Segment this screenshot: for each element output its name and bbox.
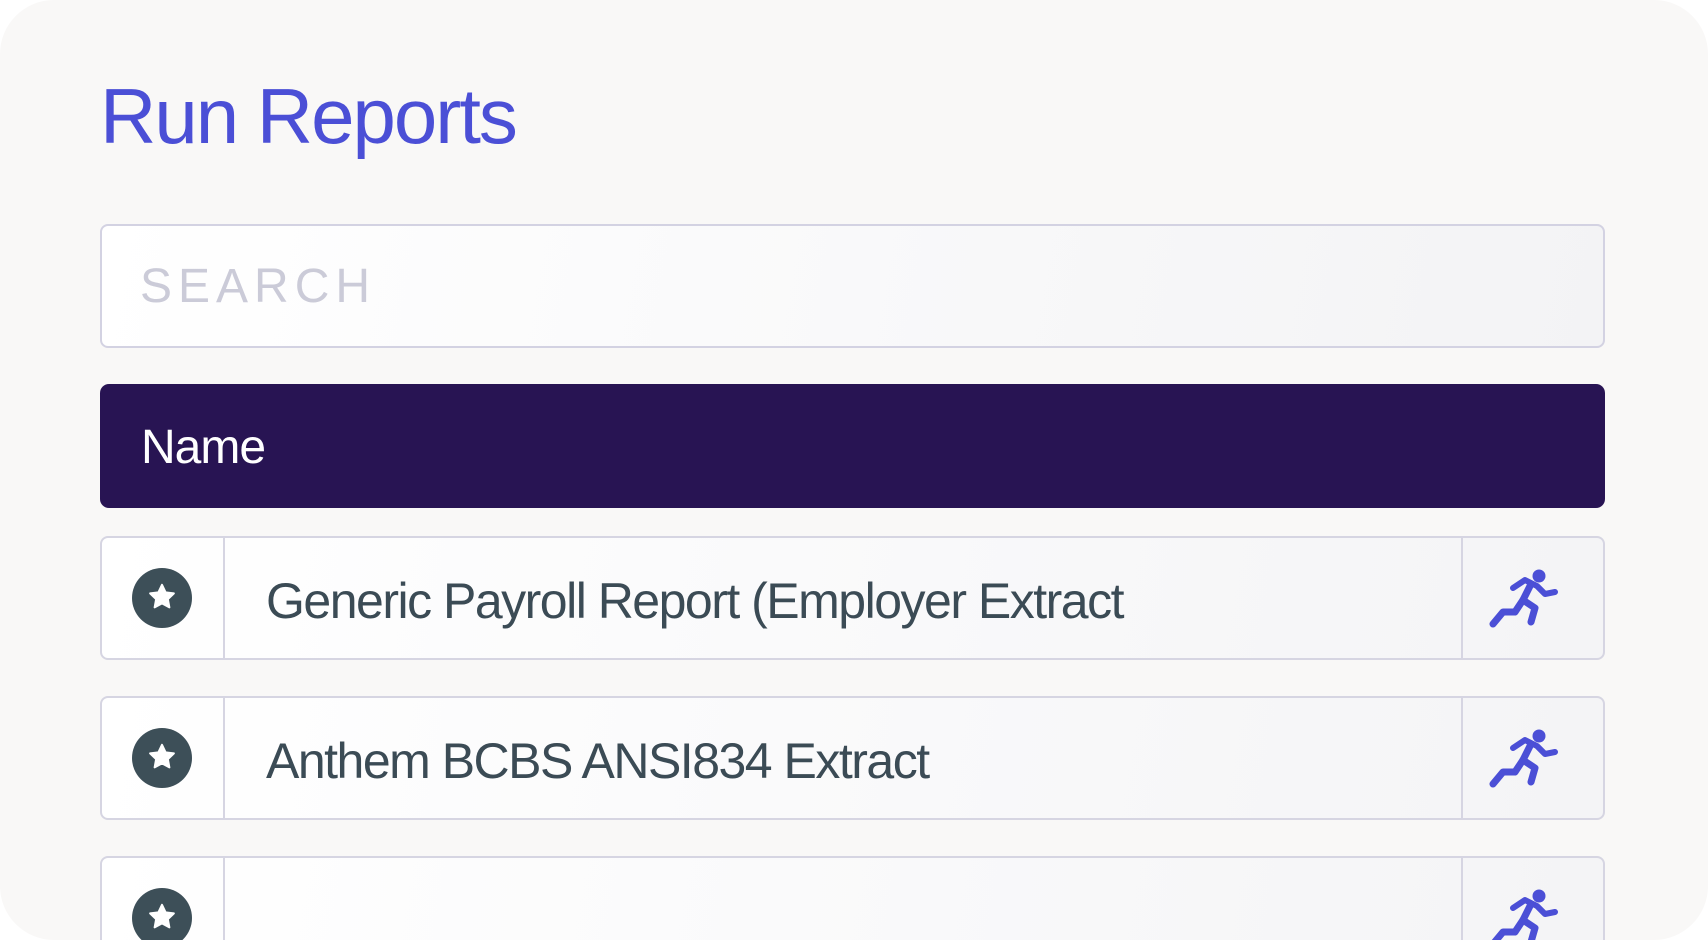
run-report-button[interactable]	[1461, 858, 1603, 940]
favorite-button[interactable]	[132, 568, 192, 628]
search-input[interactable]	[140, 226, 1560, 346]
report-name-cell[interactable]: Generic Payroll Report (Employer Extract	[225, 538, 1465, 658]
table-row: Anthem BCBS ANSI834 Extract	[100, 696, 1605, 820]
favorite-cell	[102, 858, 225, 940]
favorite-cell	[102, 538, 225, 658]
report-name: Generic Payroll Report (Employer Extract	[266, 573, 1124, 629]
running-person-icon	[1491, 889, 1558, 940]
run-report-button[interactable]	[1461, 538, 1603, 658]
run-report-button[interactable]	[1461, 698, 1603, 818]
column-header-name[interactable]: Name	[141, 420, 266, 476]
table-row	[100, 856, 1605, 940]
search-box[interactable]	[100, 224, 1605, 348]
table-row: Generic Payroll Report (Employer Extract	[100, 536, 1605, 660]
table-header: Name	[100, 384, 1605, 508]
star-icon	[149, 583, 175, 609]
star-icon	[149, 743, 175, 769]
report-name-cell[interactable]: Anthem BCBS ANSI834 Extract	[225, 698, 1465, 818]
favorite-button[interactable]	[132, 888, 192, 940]
page-title: Run Reports	[100, 72, 518, 160]
running-person-icon	[1489, 569, 1558, 628]
favorite-cell	[102, 698, 225, 818]
star-icon	[149, 903, 175, 929]
running-person-icon	[1489, 729, 1558, 788]
report-name-cell[interactable]	[225, 858, 1465, 940]
run-reports-panel: Run Reports Name Generic Payroll Report …	[0, 0, 1708, 940]
favorite-button[interactable]	[132, 728, 192, 788]
report-name: Anthem BCBS ANSI834 Extract	[266, 733, 930, 789]
